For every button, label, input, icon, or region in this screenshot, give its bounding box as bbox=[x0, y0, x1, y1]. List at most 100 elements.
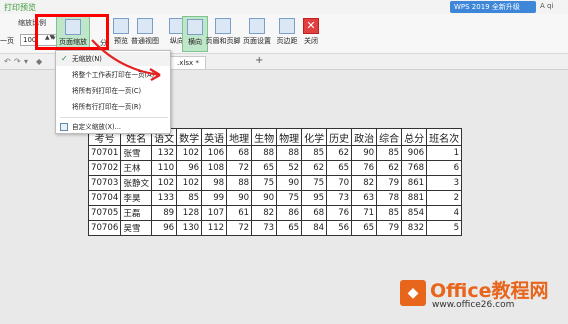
menu-separator bbox=[60, 117, 168, 118]
title-bar: 打印预览 WPS 2019 全新升级 A qi bbox=[0, 0, 568, 14]
table-cell: 102 bbox=[176, 175, 203, 191]
table-cell: 68 bbox=[226, 145, 253, 161]
undo-icon[interactable]: ↶ bbox=[4, 57, 11, 66]
close-preview-button[interactable]: ✕ 关闭 bbox=[298, 16, 324, 52]
table-cell: 62 bbox=[376, 160, 403, 176]
table-cell: 65 bbox=[351, 220, 378, 236]
table-cell: 86 bbox=[276, 205, 303, 221]
menu-item-fit-rows-one-page[interactable]: 将所有行打印在一页(R) bbox=[56, 100, 170, 114]
page-setup-label: 页面设置 bbox=[243, 37, 271, 45]
table-cell: 张雪 bbox=[120, 145, 153, 161]
table-header-cell: 综合 bbox=[376, 128, 403, 146]
table-cell: 88 bbox=[226, 175, 253, 191]
table-cell: 72 bbox=[226, 160, 253, 176]
table-cell: 65 bbox=[251, 160, 278, 176]
table-cell: 112 bbox=[201, 220, 228, 236]
table-cell: 6 bbox=[426, 160, 463, 176]
menu-item-label: 将所有行打印在一页(R) bbox=[72, 103, 142, 111]
table-row: 70706 吴雪 96 130 112 72 73 65 84 56 65 79 832 5 bbox=[87, 220, 463, 236]
page-setup-icon bbox=[249, 18, 265, 34]
table-cell: 张静文 bbox=[120, 175, 153, 191]
table-cell: 89 bbox=[151, 205, 178, 221]
table-cell: 70702 bbox=[87, 160, 122, 176]
table-header-cell: 数学 bbox=[176, 128, 203, 146]
close-label: 关闭 bbox=[304, 37, 318, 45]
preview-icon bbox=[113, 18, 129, 34]
user-avatar[interactable]: A qi bbox=[540, 2, 553, 10]
page-scaling-dropdown-menu: ✓ 无缩放(N) 将整个工作表打印在一页(A) 将所有列打印在一页(C) 将所有… bbox=[55, 50, 171, 134]
margins-icon bbox=[279, 18, 295, 34]
table-row: 70703 张静文 102 102 98 88 75 90 75 70 82 79 861 3 bbox=[87, 175, 463, 191]
table-cell: 70703 bbox=[87, 175, 122, 191]
table-cell: 56 bbox=[326, 220, 353, 236]
watermark-title: Office教程网 bbox=[430, 280, 549, 302]
table-cell: 768 bbox=[401, 160, 428, 176]
table-cell: 70706 bbox=[87, 220, 122, 236]
table-cell: 4 bbox=[426, 205, 463, 221]
table-cell: 王林 bbox=[120, 160, 153, 176]
table-cell: 906 bbox=[401, 145, 428, 161]
table-cell: 96 bbox=[151, 220, 178, 236]
header-footer-label: 页眉和页脚 bbox=[205, 37, 241, 45]
table-cell: 62 bbox=[301, 160, 328, 176]
margins-label: 页边距 bbox=[276, 37, 298, 45]
toolbar-dropdown-icon[interactable]: ▾ bbox=[24, 57, 28, 66]
table-cell: 73 bbox=[251, 220, 278, 236]
file-tab-label: .xlsx * bbox=[177, 59, 199, 67]
table-cell: 75 bbox=[301, 175, 328, 191]
table-cell: 76 bbox=[351, 160, 378, 176]
table-cell: 2 bbox=[426, 190, 463, 206]
menu-item-label: 将整个工作表打印在一页(A) bbox=[72, 71, 155, 79]
menu-item-label: 自定义缩放(X)... bbox=[72, 123, 121, 131]
wps-print-preview-window: 打印预览 WPS 2019 全新升级 A qi 缩放比例 一页 100 ▲▼ ▾… bbox=[0, 0, 568, 324]
table-cell: 90 bbox=[276, 175, 303, 191]
table-row: 70705 王磊 89 128 107 61 82 86 68 76 71 85 854 4 bbox=[87, 205, 463, 221]
landscape-icon bbox=[187, 19, 203, 35]
landscape-label: 横向 bbox=[188, 38, 202, 46]
table-cell: 861 bbox=[401, 175, 428, 191]
table-cell: 70701 bbox=[87, 145, 122, 161]
table-cell: 79 bbox=[376, 175, 403, 191]
table-cell: 70 bbox=[326, 175, 353, 191]
normal-view-button[interactable]: 普通视图 bbox=[128, 16, 162, 52]
table-cell: 61 bbox=[226, 205, 253, 221]
menu-item-label: 将所有列打印在一页(C) bbox=[72, 87, 142, 95]
wps-upgrade-badge[interactable]: WPS 2019 全新升级 bbox=[450, 1, 536, 13]
menu-item-no-scaling[interactable]: ✓ 无缩放(N) bbox=[56, 52, 170, 66]
table-cell: 1 bbox=[426, 145, 463, 161]
menu-item-fit-columns-one-page[interactable]: 将所有列打印在一页(C) bbox=[56, 84, 170, 98]
normal-view-icon bbox=[137, 18, 153, 34]
table-cell: 65 bbox=[276, 220, 303, 236]
table-cell: 108 bbox=[201, 160, 228, 176]
page-setup-button[interactable]: 页面设置 bbox=[240, 16, 274, 52]
table-cell: 132 bbox=[151, 145, 178, 161]
table-cell: 88 bbox=[276, 145, 303, 161]
table-cell: 130 bbox=[176, 220, 203, 236]
score-table: 考号 姓名 语文 数学 英语 地理 生物 物理 化学 历史 政治 综合 总分 班名次 70701 张雪 132 1… bbox=[87, 128, 463, 236]
menu-item-custom-scaling[interactable]: 自定义缩放(X)... bbox=[56, 120, 170, 134]
table-header-cell: 地理 bbox=[226, 128, 253, 146]
table-cell: 133 bbox=[151, 190, 178, 206]
table-header-cell: 物理 bbox=[276, 128, 303, 146]
table-cell: 5 bbox=[426, 220, 463, 236]
header-footer-button[interactable]: 页眉和页脚 bbox=[204, 16, 242, 52]
toolbar-icon[interactable]: ◆ bbox=[36, 57, 42, 66]
table-cell: 832 bbox=[401, 220, 428, 236]
table-cell: 78 bbox=[376, 190, 403, 206]
table-header-cell: 化学 bbox=[301, 128, 328, 146]
file-tab[interactable]: .xlsx * bbox=[170, 56, 206, 69]
custom-scaling-icon bbox=[60, 123, 68, 131]
table-cell: 84 bbox=[301, 220, 328, 236]
redo-icon[interactable]: ↷ bbox=[14, 57, 21, 66]
table-cell: 110 bbox=[151, 160, 178, 176]
table-cell: 102 bbox=[176, 145, 203, 161]
table-row: 70701 张雪 132 102 106 68 88 88 85 62 90 85 906 1 bbox=[87, 145, 463, 161]
add-tab-icon[interactable]: + bbox=[255, 55, 263, 66]
preview-label: 预览 bbox=[114, 37, 128, 45]
table-cell: 72 bbox=[226, 220, 253, 236]
table-cell: 79 bbox=[376, 220, 403, 236]
table-cell: 107 bbox=[201, 205, 228, 221]
menu-item-fit-sheet-one-page[interactable]: 将整个工作表打印在一页(A) bbox=[56, 68, 170, 82]
menu-item-label: 无缩放(N) bbox=[72, 55, 102, 63]
table-header-cell: 生物 bbox=[251, 128, 278, 146]
